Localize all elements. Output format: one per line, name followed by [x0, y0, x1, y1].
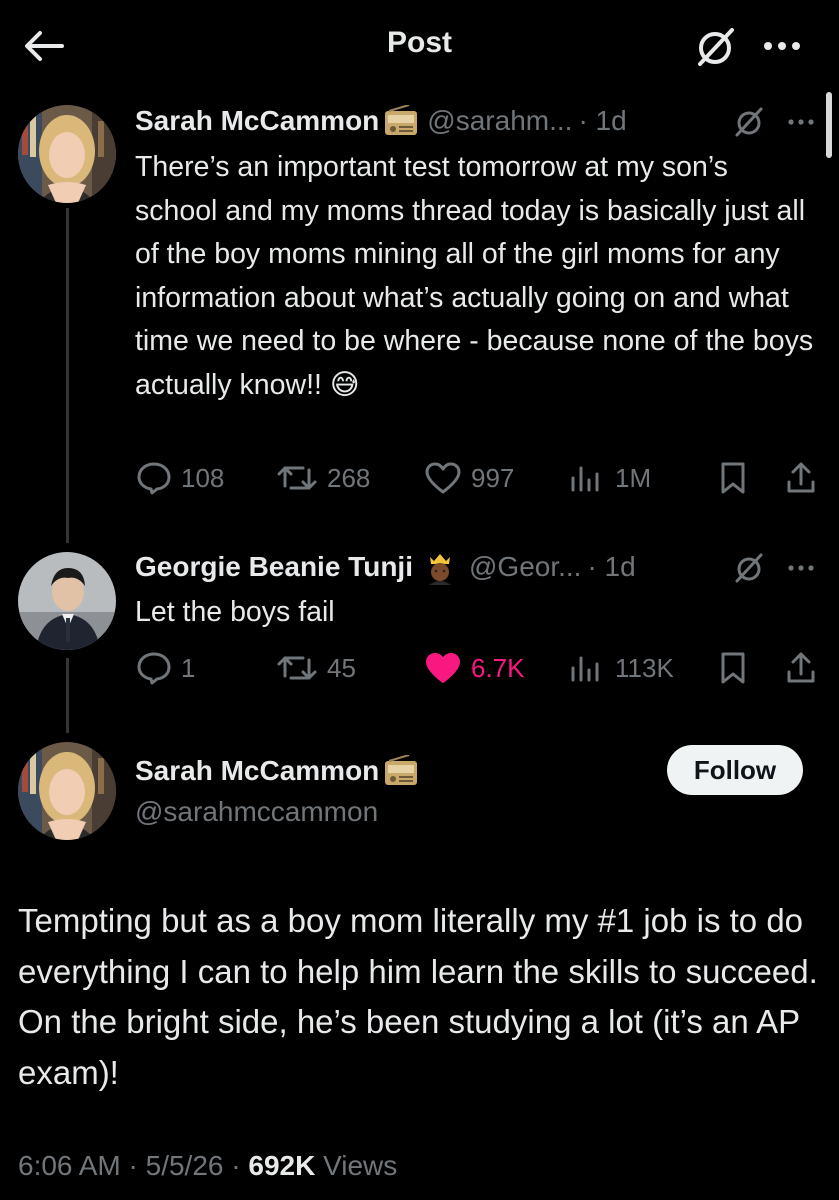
- bookmark-button[interactable]: [715, 648, 759, 688]
- views-icon: [571, 466, 599, 492]
- radio-icon: [383, 105, 419, 137]
- repost-icon: [277, 656, 317, 680]
- crown-emoji-icon: [423, 551, 457, 585]
- tweet-actions: 1 45 6.7K 113K: [135, 648, 825, 688]
- top-bar: Post: [0, 0, 839, 92]
- scrollbar[interactable]: [826, 92, 832, 158]
- like-count: 6.7K: [471, 652, 525, 683]
- tweet-header: Sarah McCammon @sarahm... · 1d: [135, 101, 627, 141]
- avatar[interactable]: [18, 105, 116, 203]
- like-count: 997: [471, 462, 515, 493]
- views-icon: [571, 656, 599, 682]
- separator: ·: [128, 1150, 146, 1181]
- grok-icon[interactable]: [732, 105, 766, 139]
- display-name[interactable]: Sarah McCammon: [135, 105, 379, 137]
- handle[interactable]: @Geor...: [469, 551, 581, 583]
- reply-button[interactable]: 1: [135, 648, 195, 688]
- thread-connector: [66, 658, 69, 733]
- more-icon[interactable]: [786, 115, 816, 129]
- like-icon: [426, 653, 460, 683]
- avatar[interactable]: [18, 552, 116, 650]
- follow-button[interactable]: Follow: [667, 745, 803, 795]
- display-name[interactable]: Georgie Beanie Tunji: [135, 551, 413, 583]
- bookmark-button[interactable]: [715, 458, 759, 498]
- repost-count: 268: [327, 462, 371, 493]
- views-label: Views: [323, 1150, 398, 1181]
- views-button[interactable]: 113K: [567, 648, 674, 688]
- tweet-text: There’s an important test tomorrow at my…: [135, 146, 815, 407]
- more-icon[interactable]: [760, 36, 804, 56]
- timestamp[interactable]: · 1d: [578, 105, 626, 137]
- handle[interactable]: @sarahmccammon: [135, 796, 378, 828]
- radio-icon: [383, 755, 419, 787]
- thread-connector: [66, 208, 69, 543]
- repost-icon: [277, 466, 317, 490]
- author-name-row: Sarah McCammon: [135, 751, 419, 791]
- post-metadata: 6:06 AM · 5/5/26 · 692K Views: [18, 1150, 397, 1182]
- tweet-text: Let the boys fail: [135, 596, 335, 628]
- timestamp[interactable]: · 1d: [587, 551, 635, 583]
- display-name[interactable]: Sarah McCammon: [135, 755, 379, 787]
- share-button[interactable]: [783, 648, 827, 688]
- reply-count: 108: [181, 462, 225, 493]
- share-button[interactable]: [783, 458, 827, 498]
- bookmark-icon: [721, 462, 745, 494]
- main-post-text: Tempting but as a boy mom literally my #…: [18, 902, 818, 1091]
- views-button[interactable]: 1M: [567, 458, 651, 498]
- grok-icon[interactable]: [692, 24, 738, 70]
- more-icon[interactable]: [786, 561, 816, 575]
- view-count: 1M: [615, 462, 652, 493]
- view-count: 692K: [248, 1150, 316, 1181]
- post-date[interactable]: 5/5/26: [146, 1150, 224, 1181]
- reply-count: 1: [181, 652, 196, 683]
- repost-button[interactable]: 268: [275, 458, 370, 498]
- avatar[interactable]: [18, 742, 116, 840]
- separator: ·: [231, 1150, 249, 1181]
- post-time[interactable]: 6:06 AM: [18, 1150, 121, 1181]
- like-button[interactable]: 6.7K: [423, 648, 525, 688]
- repost-count: 45: [327, 652, 356, 683]
- reply-icon: [137, 652, 171, 685]
- emoji: 😅: [329, 368, 360, 401]
- share-icon: [787, 652, 815, 683]
- tweet-body: There’s an important test tomorrow at my…: [135, 151, 814, 401]
- tweet-header: Georgie Beanie Tunji @Geor... · 1d: [135, 547, 636, 587]
- reply-icon: [137, 462, 171, 495]
- like-button[interactable]: 997: [423, 458, 514, 498]
- tweet-actions: 108 268 997 1M: [135, 458, 825, 498]
- handle[interactable]: @sarahm...: [427, 105, 572, 137]
- like-icon: [425, 462, 461, 494]
- reply-button[interactable]: 108: [135, 458, 224, 498]
- view-count: 113K: [615, 652, 674, 683]
- share-icon: [787, 462, 815, 493]
- bookmark-icon: [721, 652, 745, 684]
- grok-icon[interactable]: [732, 551, 766, 585]
- repost-button[interactable]: 45: [275, 648, 356, 688]
